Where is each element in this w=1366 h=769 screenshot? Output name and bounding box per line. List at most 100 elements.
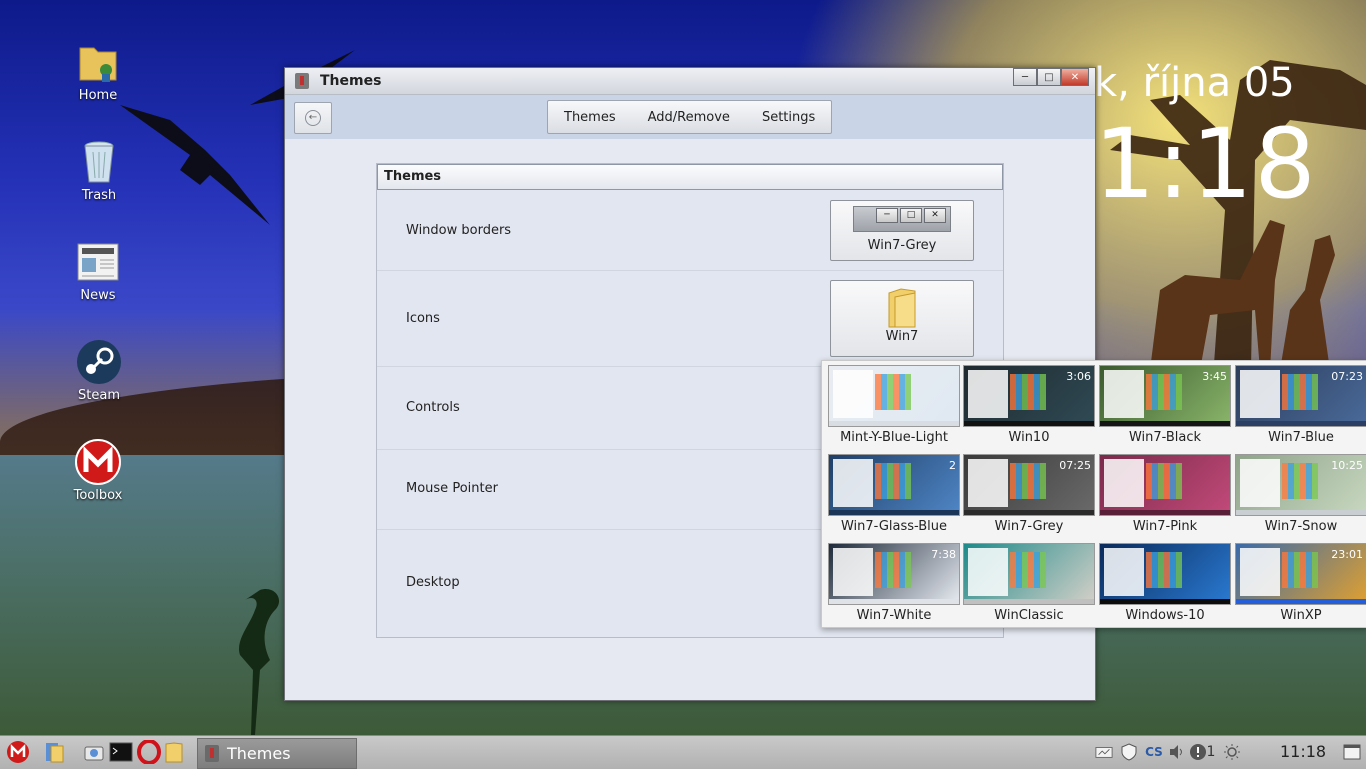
desktop-icon-home[interactable]: Home — [53, 38, 143, 103]
preview-tiles — [1010, 374, 1046, 410]
tab-add-remove[interactable]: Add/Remove — [632, 110, 746, 125]
window-border-preview-icon: ─ □ ✕ — [853, 206, 951, 232]
theme-preview-thumbnail: 2 — [828, 454, 960, 516]
tab-bar: Themes Add/Remove Settings — [547, 100, 833, 134]
folder-icon[interactable] — [162, 740, 186, 764]
preview-clock: 10:25 — [1331, 459, 1363, 472]
preview-tiles — [875, 552, 911, 588]
theme-preview-thumbnail: 3:45 — [1099, 365, 1231, 427]
theme-option[interactable]: Win7-Pink — [1097, 454, 1233, 534]
preview-clock: 2 — [949, 459, 956, 472]
preview-clock: 7:38 — [931, 548, 956, 561]
desktop-icon-trash[interactable]: Trash — [54, 138, 144, 203]
keyboard-layout-indicator[interactable]: CS — [1143, 743, 1165, 761]
brightness-icon[interactable] — [1223, 743, 1241, 761]
window-controls: ─ □ ✕ — [1013, 68, 1089, 86]
preview-taskbar — [964, 599, 1094, 604]
network-icon[interactable] — [1095, 743, 1113, 761]
preview-start-menu — [1240, 459, 1280, 507]
preview-taskbar — [964, 510, 1094, 515]
theme-preview-thumbnail — [828, 365, 960, 427]
news-icon — [74, 238, 122, 286]
toolbox-icon — [74, 438, 122, 486]
taskbar-clock[interactable]: 11:18 — [1280, 742, 1326, 761]
maximize-button[interactable]: □ — [1037, 68, 1061, 86]
file-manager-icon[interactable] — [43, 740, 67, 764]
theme-option-label: Windows-10 — [1125, 608, 1205, 623]
theme-preview-thumbnail — [1099, 454, 1231, 516]
theme-preview-thumbnail: 07:25 — [963, 454, 1095, 516]
theme-preview-thumbnail — [1099, 543, 1231, 605]
start-menu-icon[interactable] — [6, 740, 30, 764]
close-button[interactable]: ✕ — [1061, 68, 1089, 86]
trash-icon — [75, 138, 123, 186]
steam-icon — [75, 338, 123, 386]
theme-option-label: Win7-White — [856, 608, 932, 623]
preview-taskbar — [1236, 510, 1366, 515]
theme-button-label: Win7 — [885, 329, 919, 344]
terminal-icon[interactable] — [109, 740, 133, 764]
theme-option[interactable]: 2 Win7-Glass-Blue — [826, 454, 962, 534]
desktop-icon-label: News — [80, 288, 116, 303]
theme-option[interactable]: WinClassic — [961, 543, 1097, 623]
preview-taskbar — [829, 599, 959, 604]
theme-preview-thumbnail — [963, 543, 1095, 605]
preview-start-menu — [968, 548, 1008, 596]
window-titlebar[interactable]: Themes ─ □ ✕ — [285, 68, 1095, 95]
preview-taskbar — [1100, 599, 1230, 604]
minimize-button[interactable]: ─ — [1013, 68, 1037, 86]
row-label: Icons — [406, 311, 440, 326]
theme-option[interactable]: 07:25 Win7-Grey — [961, 454, 1097, 534]
theme-chooser-popup: Mint-Y-Blue-Light 3:06 Win10 3:45 Win7-Black… — [821, 360, 1366, 628]
preview-clock: 23:01 — [1331, 548, 1363, 561]
wallpaper-date: k, října 05 — [1094, 60, 1295, 106]
preview-start-menu — [833, 370, 873, 418]
theme-option[interactable]: 3:45 Win7-Black — [1097, 365, 1233, 445]
desktop-icon-toolbox[interactable]: Toolbox — [53, 438, 143, 503]
theme-option-label: Win7-Glass-Blue — [840, 519, 948, 534]
preview-start-menu — [1104, 548, 1144, 596]
back-button[interactable]: ← — [294, 102, 332, 134]
show-desktop-icon[interactable] — [1343, 743, 1361, 761]
taskbar: Themes CS 1 11:18 — [0, 735, 1366, 769]
tab-settings[interactable]: Settings — [746, 110, 831, 125]
volume-icon[interactable] — [1168, 743, 1186, 761]
preview-start-menu — [833, 548, 873, 596]
desktop-icon-steam[interactable]: Steam — [54, 338, 144, 403]
preview-start-menu — [1104, 459, 1144, 507]
preview-tiles — [1282, 463, 1318, 499]
theme-preview-thumbnail: 3:06 — [963, 365, 1095, 427]
preview-taskbar — [1100, 510, 1230, 515]
shield-icon[interactable] — [1120, 743, 1138, 761]
theme-option[interactable]: Windows-10 — [1097, 543, 1233, 623]
desktop-icon-news[interactable]: News — [53, 238, 143, 303]
desktop-icon-label: Steam — [78, 388, 120, 403]
theme-option[interactable]: 07:23 Win7-Blue — [1233, 365, 1366, 445]
preview-clock: 07:25 — [1059, 459, 1091, 472]
preview-start-menu — [968, 459, 1008, 507]
taskbar-item-themes[interactable]: Themes — [197, 738, 357, 769]
notification-count: 1 — [1206, 744, 1216, 760]
theme-button-label: Win7-Grey — [867, 238, 937, 253]
theme-option[interactable]: 3:06 Win10 — [961, 365, 1097, 445]
opera-browser-icon[interactable] — [137, 740, 161, 764]
theme-option-label: Win7-Snow — [1264, 519, 1338, 534]
window-toolbar: ← Themes Add/Remove Settings — [285, 95, 1095, 140]
preview-taskbar — [1100, 421, 1230, 426]
folder-icon — [887, 287, 917, 329]
preview-tiles — [1146, 463, 1182, 499]
tab-themes[interactable]: Themes — [548, 110, 632, 125]
theme-preview-thumbnail: 23:01 — [1235, 543, 1366, 605]
theme-option[interactable]: Mint-Y-Blue-Light — [826, 365, 962, 445]
window-title: Themes — [320, 73, 382, 89]
preview-tiles — [1010, 463, 1046, 499]
themes-app-icon — [205, 745, 219, 762]
row-label: Desktop — [406, 575, 460, 590]
desktop-icon-label: Toolbox — [73, 488, 123, 503]
window-borders-button[interactable]: ─ □ ✕ Win7-Grey — [830, 200, 974, 261]
theme-option[interactable]: 23:01 WinXP — [1233, 543, 1366, 623]
icons-button[interactable]: Win7 — [830, 280, 974, 357]
theme-option[interactable]: 10:25 Win7-Snow — [1233, 454, 1366, 534]
screenshot-icon[interactable] — [82, 740, 106, 764]
theme-option[interactable]: 7:38 Win7-White — [826, 543, 962, 623]
